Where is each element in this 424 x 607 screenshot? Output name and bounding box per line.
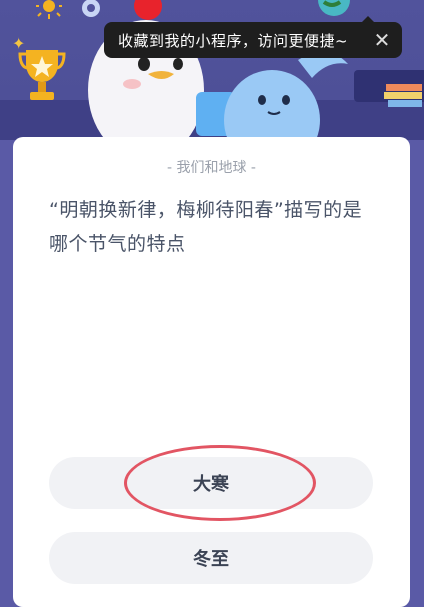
answer-option-2[interactable]: 冬至 — [49, 532, 373, 584]
header-banner: ✦ — [0, 0, 424, 140]
category-label: - 我们和地球 - — [166, 160, 256, 176]
close-icon[interactable]: ✕ — [372, 30, 392, 50]
answer-option-1[interactable]: 大寒 — [49, 457, 373, 509]
globe-icon — [318, 0, 350, 16]
books-icon — [384, 84, 422, 107]
sun-icon — [36, 0, 62, 19]
question-card: - 我们和地球 - “明朝换新律，梅柳待阳春”描写的是哪个节气的特点 大寒 冬至 — [13, 137, 410, 607]
trophy-icon — [18, 50, 66, 100]
add-to-mini-program-toast: 收藏到我的小程序，访问更便捷~ ✕ — [104, 16, 402, 58]
question-text: “明朝换新律，梅柳待阳春”描写的是哪个节气的特点 — [49, 199, 363, 255]
toast-text: 收藏到我的小程序，访问更便捷~ — [118, 31, 349, 50]
